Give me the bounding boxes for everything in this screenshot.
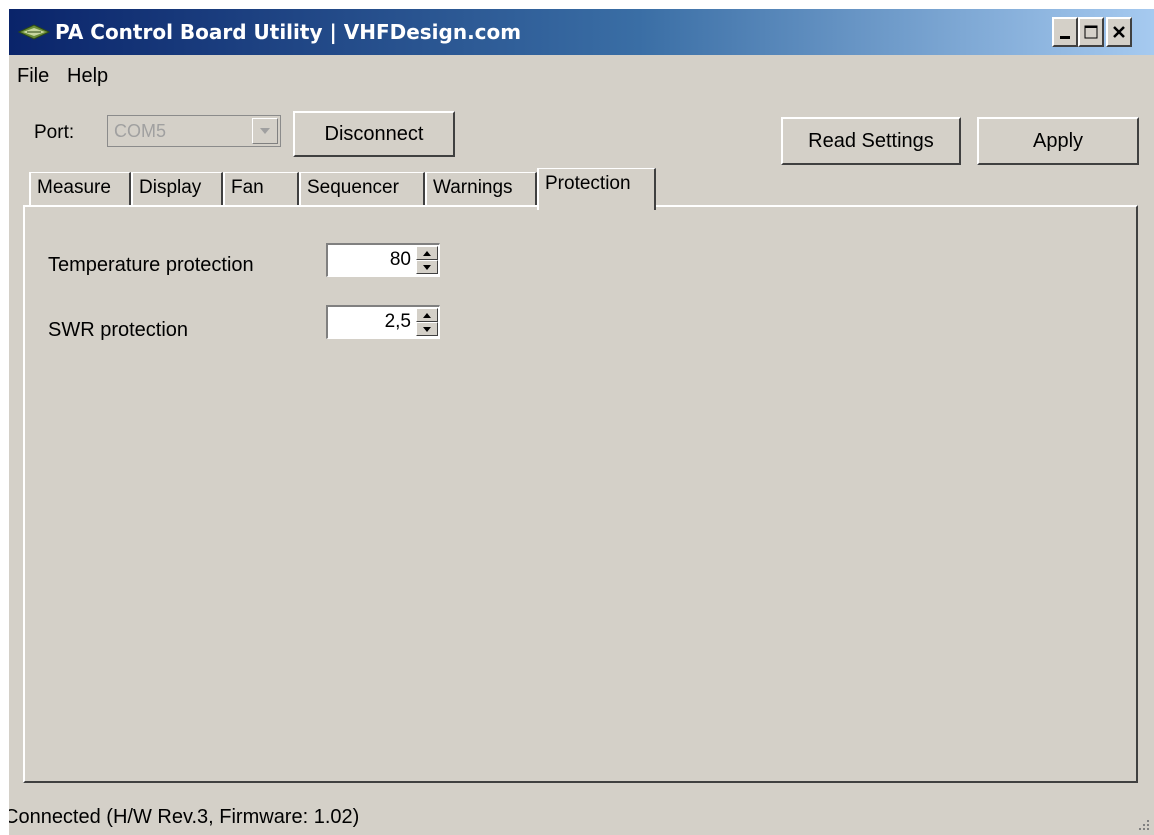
disconnect-button-label: Disconnect <box>324 122 424 145</box>
tab-measure[interactable]: Measure <box>29 172 131 206</box>
tab-protection-label: Protection <box>545 173 631 194</box>
temperature-protection-label: Temperature protection <box>48 254 254 276</box>
swr-protection-spinner[interactable]: 2,5 <box>326 305 440 339</box>
app-logo-icon <box>17 24 51 40</box>
menu-file[interactable]: File <box>17 64 49 88</box>
temperature-spin-down[interactable] <box>416 260 438 274</box>
maximize-button[interactable] <box>1078 17 1104 47</box>
tab-display[interactable]: Display <box>131 172 223 206</box>
tab-fan-label: Fan <box>231 177 264 198</box>
port-select-value: COM5 <box>114 121 167 141</box>
tab-sequencer[interactable]: Sequencer <box>299 172 425 206</box>
tab-warnings-label: Warnings <box>433 177 513 198</box>
temperature-protection-value[interactable]: 80 <box>390 249 411 271</box>
disconnect-button[interactable]: Disconnect <box>293 111 455 157</box>
window-title: PA Control Board Utility | VHFDesign.com <box>55 20 522 44</box>
menu-bar: File Help <box>9 55 1154 95</box>
tab-display-label: Display <box>139 177 202 198</box>
read-settings-label: Read Settings <box>808 129 934 152</box>
apply-button[interactable]: Apply <box>977 117 1139 165</box>
tab-measure-label: Measure <box>37 177 111 198</box>
tab-protection[interactable]: Protection <box>537 168 656 210</box>
apply-label: Apply <box>1032 129 1084 152</box>
spin-down-icon <box>423 264 431 270</box>
status-bar: Connected (H/W Rev.3, Firmware: 1.02) <box>9 795 1154 835</box>
read-settings-button[interactable]: Read Settings <box>781 117 961 165</box>
temperature-protection-spinner[interactable]: 80 <box>326 243 440 277</box>
spin-up-icon <box>423 250 431 256</box>
minimize-button[interactable] <box>1052 17 1078 47</box>
title-bar[interactable]: PA Control Board Utility | VHFDesign.com <box>9 9 1154 55</box>
maximize-icon <box>1084 25 1098 39</box>
app-window: PA Control Board Utility | VHFDesign.com… <box>9 9 1154 835</box>
minimize-icon <box>1060 36 1070 39</box>
spin-down-icon <box>423 326 431 332</box>
swr-protection-value[interactable]: 2,5 <box>385 311 411 333</box>
port-label: Port: <box>34 122 75 143</box>
swr-spin-up[interactable] <box>416 308 438 322</box>
tab-warnings[interactable]: Warnings <box>425 172 537 206</box>
close-button[interactable] <box>1106 17 1132 47</box>
port-select-dropdown[interactable] <box>252 118 278 144</box>
protection-panel: Temperature protection 80 SWR protection… <box>23 205 1138 783</box>
port-select[interactable]: COM5 <box>107 115 281 147</box>
temperature-spin-up[interactable] <box>416 246 438 260</box>
swr-spin-down[interactable] <box>416 322 438 336</box>
dropdown-arrow-icon <box>260 128 270 134</box>
swr-protection-label: SWR protection <box>48 319 189 341</box>
tab-fan[interactable]: Fan <box>223 172 299 206</box>
spin-up-icon <box>423 312 431 318</box>
status-text: Connected (H/W Rev.3, Firmware: 1.02) <box>9 806 360 828</box>
size-grip-icon[interactable] <box>1136 817 1150 831</box>
tab-sequencer-label: Sequencer <box>307 177 399 198</box>
menu-help[interactable]: Help <box>67 64 108 88</box>
close-icon <box>1113 26 1125 38</box>
